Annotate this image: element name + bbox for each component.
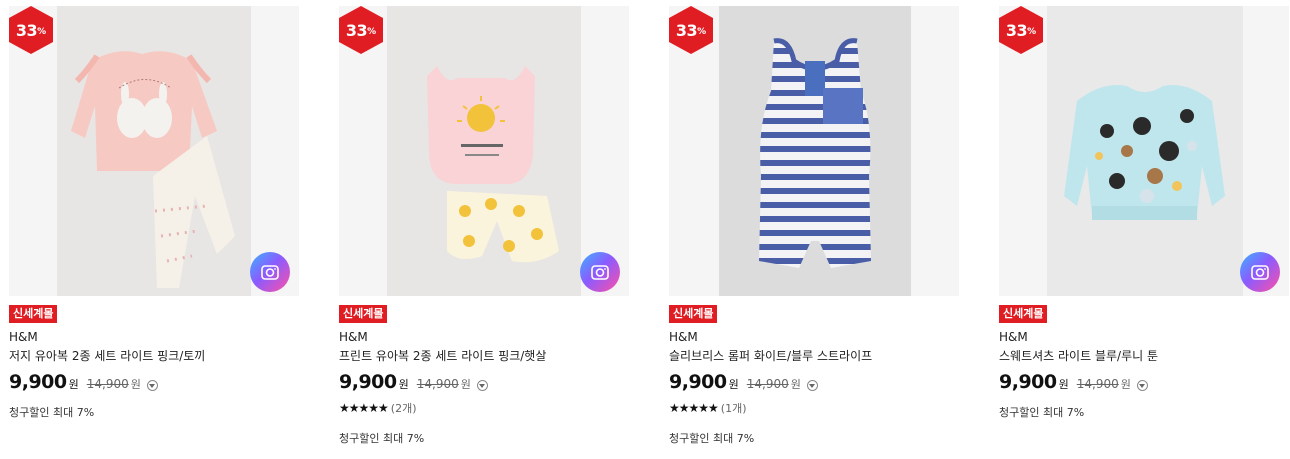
discount-unit: % [1027, 27, 1037, 37]
product-name[interactable]: 프린트 유아복 2종 세트 라이트 핑크/햇살 [339, 348, 629, 364]
striped-romper-image[interactable] [719, 6, 911, 296]
mall-tag: 신세계몰 [9, 305, 58, 323]
discount-value: 33 [345, 20, 368, 40]
sale-price: 9,900 [999, 371, 1057, 393]
brand-name[interactable]: H&M [669, 329, 959, 345]
price-info-toggle-icon[interactable] [476, 379, 488, 391]
product-photo-svg [57, 6, 251, 296]
discount-value: 33 [15, 20, 38, 40]
camera-search-button[interactable] [1240, 252, 1280, 292]
price-info-toggle-icon[interactable] [146, 379, 158, 391]
product-name[interactable]: 슬리브리스 롬퍼 화이트/블루 스트라이프 [669, 348, 959, 364]
price-info-toggle-icon[interactable] [1136, 379, 1148, 391]
brand-name[interactable]: H&M [9, 329, 299, 345]
product-card[interactable]: 33% 신세계몰 H&M 슬리브리스 롬퍼 화이트/블루 스트라이프 9,900… [669, 6, 959, 446]
mall-tag: 신세계몰 [999, 305, 1048, 323]
product-card[interactable]: 33% 신세계몰 H&M 스웨트셔츠 라이트 블루/루니 툰 9,900 원 1… [999, 6, 1289, 420]
discount-value: 33 [675, 20, 698, 40]
star-rating-icon: ★★★★★ [339, 401, 389, 415]
looney-tunes-sweatshirt-image[interactable] [1047, 6, 1243, 296]
discount-badge: 33% [669, 6, 713, 54]
brand-name[interactable]: H&M [339, 329, 629, 345]
price-row: 9,900 원 14,900 원 [669, 371, 959, 395]
mall-tag: 신세계몰 [339, 305, 388, 323]
original-price-unit: 원 [790, 378, 801, 391]
sale-price-unit: 원 [728, 378, 739, 391]
camera-icon [261, 265, 279, 280]
card-benefit: 청구할인 최대 7% [999, 406, 1085, 419]
original-price: 14,900 [416, 377, 459, 391]
discount-unit: % [697, 27, 707, 37]
sale-price: 9,900 [9, 371, 67, 393]
discount-badge: 33% [9, 6, 53, 54]
product-name[interactable]: 저지 유아복 2종 세트 라이트 핑크/토끼 [9, 348, 299, 364]
sale-price: 9,900 [669, 371, 727, 393]
product-name[interactable]: 스웨트셔츠 라이트 블루/루니 툰 [999, 348, 1289, 364]
camera-search-button[interactable] [580, 252, 620, 292]
camera-search-button[interactable] [250, 252, 290, 292]
original-price-unit: 원 [130, 378, 141, 391]
discount-badge: 33% [999, 6, 1043, 54]
discount-value: 33 [1005, 20, 1028, 40]
sale-price: 9,900 [339, 371, 397, 393]
product-image-area[interactable]: 33% [9, 6, 299, 296]
card-benefit: 청구할인 최대 7% [339, 432, 425, 445]
star-rating-icon: ★★★★★ [669, 401, 719, 415]
pink-bunny-outfit-image[interactable] [57, 6, 251, 296]
sun-print-outfit-image[interactable] [387, 6, 581, 296]
price-info-toggle-icon[interactable] [806, 379, 818, 391]
product-card[interactable]: 33% 신세계몰 H&M 저지 유아복 2종 세트 라이트 핑크/토끼 9,90… [9, 6, 299, 420]
brand-name[interactable]: H&M [999, 329, 1289, 345]
mall-tag: 신세계몰 [669, 305, 718, 323]
discount-badge: 33% [339, 6, 383, 54]
product-image-area[interactable]: 33% [999, 6, 1289, 296]
original-price-unit: 원 [460, 378, 471, 391]
original-price-unit: 원 [1120, 378, 1131, 391]
price-row: 9,900 원 14,900 원 [9, 371, 299, 395]
rating-row[interactable]: ★★★★★ (1개) [669, 400, 959, 416]
product-image-area[interactable]: 33% [669, 6, 959, 296]
original-price: 14,900 [1076, 377, 1119, 391]
product-image-area[interactable]: 33% [339, 6, 629, 296]
product-card[interactable]: 33% 신세계몰 H&M 프린트 유아복 2종 세트 라이트 핑크/햇살 9,9… [339, 6, 629, 446]
product-photo-svg [719, 6, 911, 296]
product-photo-svg [1047, 6, 1243, 296]
review-count: (1개) [720, 402, 747, 415]
sale-price-unit: 원 [398, 378, 409, 391]
review-count: (2개) [390, 402, 417, 415]
camera-icon [1251, 265, 1269, 280]
original-price: 14,900 [746, 377, 789, 391]
price-row: 9,900 원 14,900 원 [999, 371, 1289, 395]
product-photo-svg [387, 6, 581, 296]
camera-icon [591, 265, 609, 280]
sale-price-unit: 원 [68, 378, 79, 391]
rating-row[interactable]: ★★★★★ (2개) [339, 400, 629, 416]
discount-unit: % [367, 27, 377, 37]
card-benefit: 청구할인 최대 7% [9, 406, 95, 419]
card-benefit: 청구할인 최대 7% [669, 432, 755, 445]
original-price: 14,900 [86, 377, 129, 391]
sale-price-unit: 원 [1058, 378, 1069, 391]
discount-unit: % [37, 27, 47, 37]
price-row: 9,900 원 14,900 원 [339, 371, 629, 395]
